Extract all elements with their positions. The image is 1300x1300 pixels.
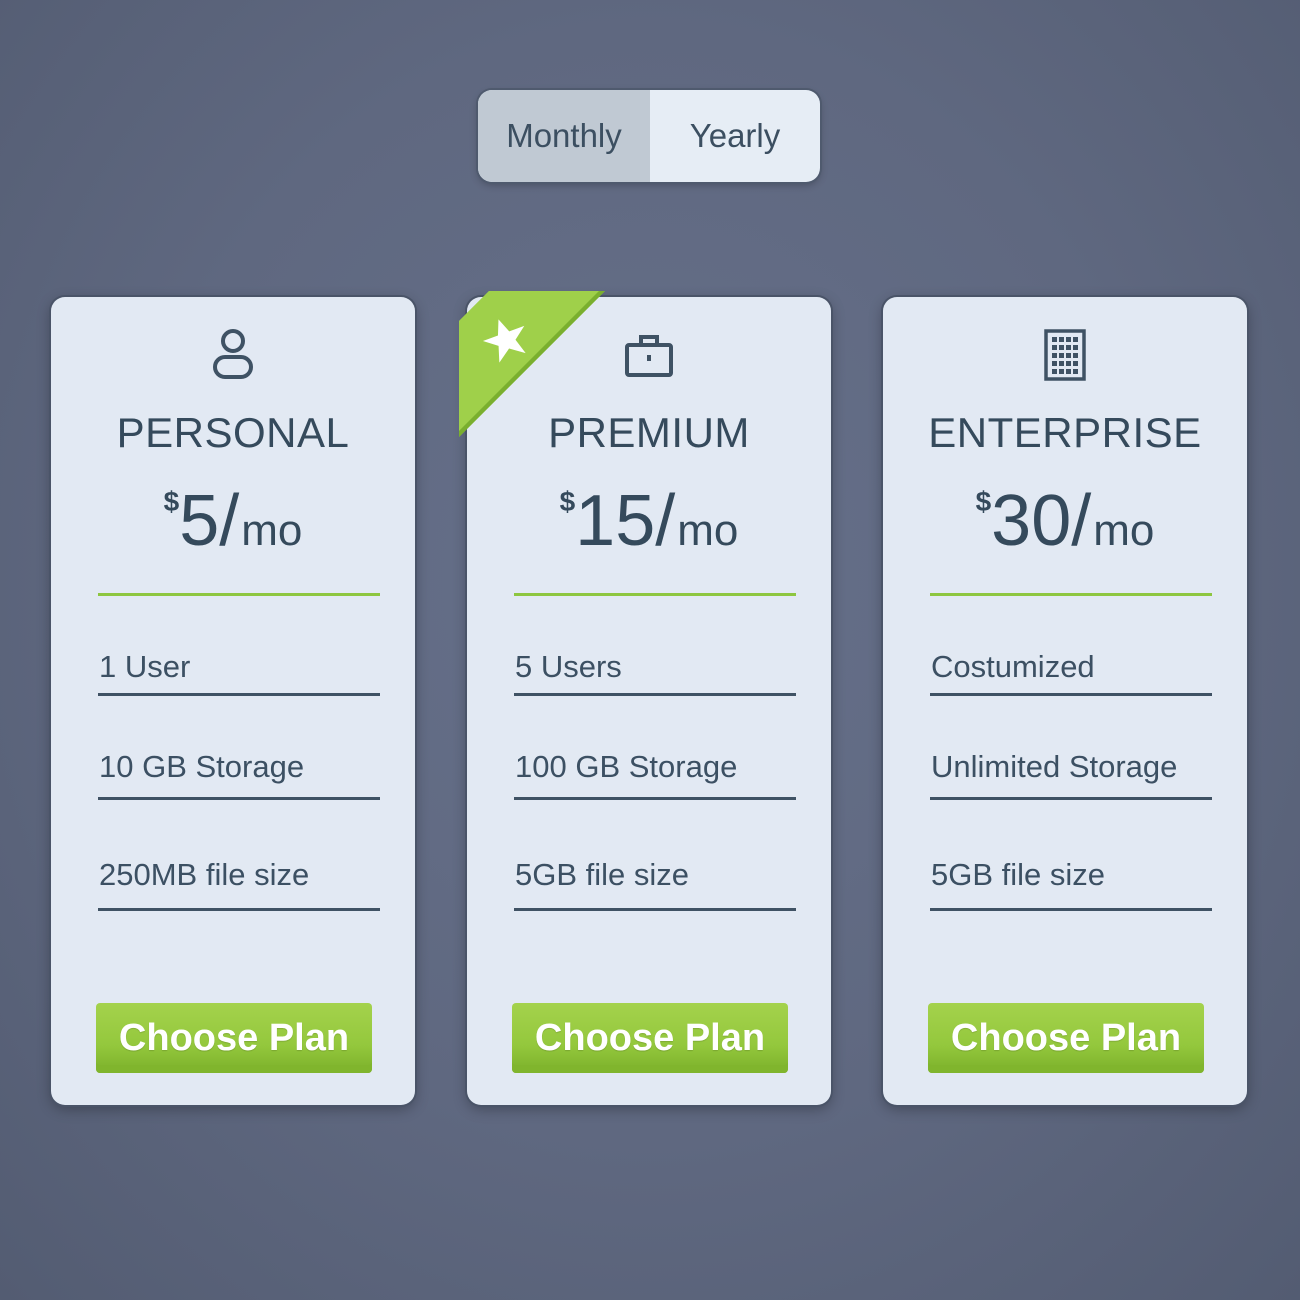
plan-price: $15/mo — [467, 481, 831, 561]
feature-divider — [930, 797, 1212, 800]
price-period: mo — [677, 506, 739, 555]
feature-users: 5 Users — [515, 649, 622, 684]
price-amount: 15/ — [575, 481, 676, 561]
briefcase-icon — [623, 327, 675, 383]
feature-divider — [98, 693, 380, 696]
toggle-monthly[interactable]: Monthly — [478, 90, 650, 182]
price-period: mo — [1093, 506, 1155, 555]
billing-toggle: Monthly Yearly — [478, 90, 820, 182]
feature-divider — [514, 693, 796, 696]
feature-storage: 100 GB Storage — [515, 749, 738, 784]
price-currency: $ — [163, 486, 180, 517]
feature-users: Costumized — [931, 649, 1095, 684]
price-period: mo — [241, 506, 303, 555]
feature-storage: 10 GB Storage — [99, 749, 305, 784]
choose-plan-button[interactable]: Choose Plan — [96, 1003, 372, 1073]
accent-divider — [98, 593, 380, 596]
toggle-yearly[interactable]: Yearly — [650, 90, 820, 182]
accent-divider — [930, 593, 1212, 596]
feature-storage: Unlimited Storage — [931, 749, 1178, 784]
feature-divider — [514, 908, 796, 911]
choose-plan-button[interactable]: Choose Plan — [928, 1003, 1204, 1073]
feature-divider — [514, 797, 796, 800]
price-currency: $ — [559, 486, 576, 517]
feature-divider — [98, 908, 380, 911]
feature-divider — [930, 693, 1212, 696]
star-icon — [482, 319, 526, 363]
plan-card-premium: PREMIUM $15/mo 5 Users 100 GB Storage 5G… — [459, 291, 831, 1105]
plan-price: $30/mo — [883, 481, 1247, 561]
plan-name: ENTERPRISE — [928, 409, 1202, 456]
price-amount: 5/ — [179, 481, 240, 561]
plan-price: $5/mo — [51, 481, 415, 561]
plan-card-enterprise: ENTERPRISE $30/mo Costumized Unlimited S… — [883, 297, 1247, 1105]
user-icon — [207, 327, 259, 383]
feature-divider — [98, 797, 380, 800]
plan-name: PREMIUM — [548, 409, 750, 456]
feature-file-size: 5GB file size — [931, 857, 1106, 892]
price-currency: $ — [975, 486, 992, 517]
feature-file-size: 5GB file size — [515, 857, 690, 892]
building-icon — [1039, 327, 1091, 383]
plan-name: PERSONAL — [116, 409, 350, 456]
plan-card-personal: PERSONAL $5/mo 1 User 10 GB Storage 250M… — [51, 297, 415, 1105]
feature-divider — [930, 908, 1212, 911]
feature-file-size: 250MB file size — [99, 857, 310, 892]
price-amount: 30/ — [991, 481, 1092, 561]
choose-plan-button[interactable]: Choose Plan — [512, 1003, 788, 1073]
feature-users: 1 User — [99, 649, 191, 684]
accent-divider — [514, 593, 796, 596]
